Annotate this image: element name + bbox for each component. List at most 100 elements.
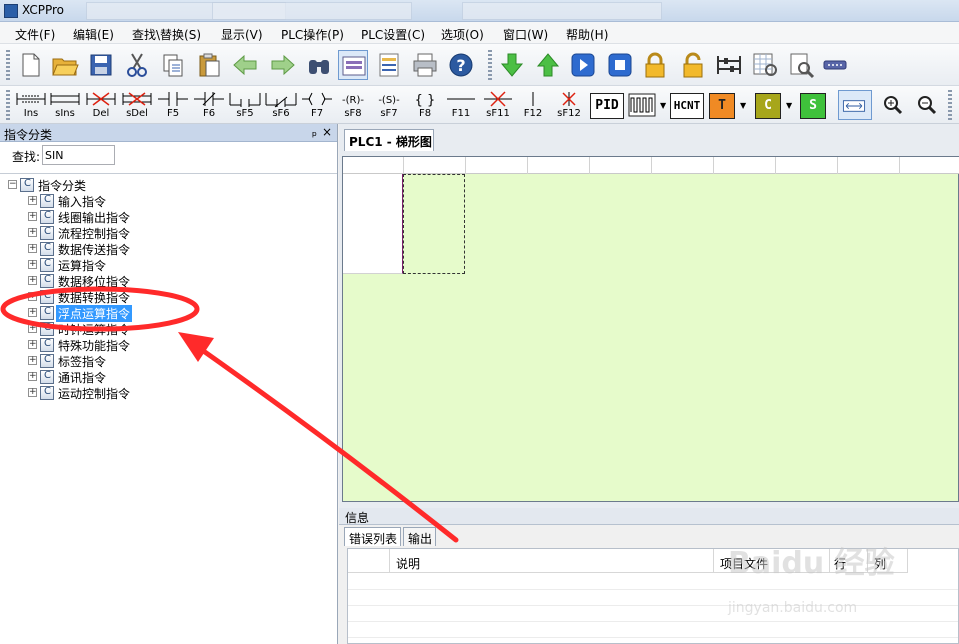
category-icon bbox=[40, 290, 54, 304]
app-icon bbox=[4, 4, 18, 18]
dropdown-arrow-icon[interactable]: ▼ bbox=[660, 101, 666, 110]
parallel-nc-button[interactable]: sF6 bbox=[264, 90, 298, 122]
menu-plc-operation[interactable]: PLC操作(P) bbox=[281, 26, 344, 43]
menu-edit[interactable]: 编辑(E) bbox=[73, 26, 114, 43]
search-input[interactable] bbox=[42, 145, 115, 165]
menu-options[interactable]: 选项(O) bbox=[441, 26, 484, 43]
menu-plc-settings[interactable]: PLC设置(C) bbox=[361, 26, 425, 43]
ladder-cursor[interactable] bbox=[403, 174, 465, 274]
search-doc-icon[interactable] bbox=[786, 50, 816, 80]
svg-text:-(R)-: -(R)- bbox=[342, 95, 364, 106]
expand-icon[interactable]: + bbox=[28, 292, 37, 301]
redo-arrow-icon[interactable] bbox=[268, 50, 298, 80]
menu-help[interactable]: 帮助(H) bbox=[566, 26, 608, 43]
counter-button[interactable]: C bbox=[755, 93, 781, 119]
coil-button[interactable]: F7 bbox=[300, 90, 334, 122]
category-icon bbox=[40, 354, 54, 368]
expand-icon[interactable]: + bbox=[28, 324, 37, 333]
ladder-editor[interactable] bbox=[342, 156, 959, 502]
instruction-list-icon[interactable] bbox=[374, 50, 404, 80]
download-arrow-icon[interactable] bbox=[497, 50, 527, 80]
no-contact-button[interactable]: F5 bbox=[156, 90, 190, 122]
vertical-line-button[interactable]: F12 bbox=[516, 90, 550, 122]
dropdown-arrow-icon[interactable]: ▼ bbox=[786, 101, 792, 110]
expand-icon[interactable]: + bbox=[28, 276, 37, 285]
menu-window[interactable]: 窗口(W) bbox=[503, 26, 548, 43]
category-icon bbox=[40, 386, 54, 400]
expand-icon[interactable]: + bbox=[28, 388, 37, 397]
toolbar-grip[interactable] bbox=[488, 50, 492, 80]
category-icon bbox=[40, 258, 54, 272]
unlock-icon[interactable] bbox=[678, 50, 708, 80]
monitor-table-icon[interactable] bbox=[750, 50, 780, 80]
expand-icon[interactable]: + bbox=[28, 228, 37, 237]
delete-horizontal-button[interactable]: sF11 bbox=[481, 90, 515, 122]
dropdown-arrow-icon[interactable]: ▼ bbox=[740, 101, 746, 110]
undo-arrow-icon[interactable] bbox=[230, 50, 260, 80]
stop-icon[interactable] bbox=[605, 50, 635, 80]
find-binoculars-icon[interactable] bbox=[304, 50, 334, 80]
menu-file[interactable]: 文件(F) bbox=[15, 26, 55, 43]
menu-bar: 文件(F) 编辑(E) 查找\替换(S) 显示(V) PLC操作(P) PLC设… bbox=[0, 22, 959, 44]
table-header-description[interactable]: 说明 bbox=[390, 549, 714, 573]
document-area: PLC1 - 梯形图 bbox=[339, 124, 959, 508]
monitor-ladder-icon[interactable] bbox=[714, 50, 744, 80]
new-file-icon[interactable] bbox=[16, 50, 46, 80]
cut-icon[interactable] bbox=[122, 50, 152, 80]
expand-icon[interactable]: + bbox=[28, 340, 37, 349]
help-icon[interactable]: ? bbox=[446, 50, 476, 80]
tab-ladder-diagram[interactable]: PLC1 - 梯形图 bbox=[344, 129, 434, 151]
expand-icon[interactable]: + bbox=[28, 244, 37, 253]
delete-vertical-button[interactable]: sF12 bbox=[552, 90, 586, 122]
close-icon[interactable]: × bbox=[322, 125, 332, 139]
save-icon[interactable] bbox=[86, 50, 116, 80]
column-divider bbox=[713, 157, 714, 174]
shift-insert-button[interactable]: sIns bbox=[48, 90, 82, 122]
expand-icon[interactable]: + bbox=[28, 212, 37, 221]
column-divider bbox=[899, 157, 900, 174]
timer-button[interactable]: T bbox=[709, 93, 735, 119]
hcnt-button[interactable]: HCNT bbox=[670, 93, 704, 119]
expand-icon[interactable]: + bbox=[28, 308, 37, 317]
pid-button[interactable]: PID bbox=[590, 93, 624, 119]
category-icon bbox=[40, 338, 54, 352]
panel-header: 指令分类 ₚ × bbox=[0, 124, 337, 142]
pin-icon[interactable]: ₚ bbox=[312, 125, 317, 139]
toolbar-grip[interactable] bbox=[948, 90, 952, 120]
expand-icon[interactable]: + bbox=[28, 260, 37, 269]
run-icon[interactable] bbox=[568, 50, 598, 80]
insert-row-button[interactable]: Ins bbox=[14, 90, 48, 122]
upload-arrow-icon[interactable] bbox=[533, 50, 563, 80]
copy-icon[interactable] bbox=[158, 50, 188, 80]
serial-port-icon[interactable] bbox=[820, 50, 850, 80]
fit-width-icon[interactable] bbox=[838, 90, 872, 120]
set-coil-button[interactable]: -(S)- sF7 bbox=[372, 90, 406, 122]
open-folder-icon[interactable] bbox=[50, 50, 80, 80]
tab-output[interactable]: 输出 bbox=[403, 527, 437, 546]
lock-icon[interactable] bbox=[640, 50, 670, 80]
pulse-wave-icon[interactable] bbox=[627, 90, 657, 120]
parallel-no-button[interactable]: sF5 bbox=[228, 90, 262, 122]
delete-row-button[interactable]: Del bbox=[84, 90, 118, 122]
search-row: 查找: bbox=[12, 145, 115, 165]
menu-find-replace[interactable]: 查找\替换(S) bbox=[132, 26, 201, 43]
nc-contact-button[interactable]: F6 bbox=[192, 90, 226, 122]
print-icon[interactable] bbox=[410, 50, 440, 80]
paste-icon[interactable] bbox=[194, 50, 224, 80]
collapse-icon[interactable]: − bbox=[8, 180, 17, 189]
ladder-view-icon[interactable] bbox=[338, 50, 368, 80]
expand-icon[interactable]: + bbox=[28, 356, 37, 365]
menu-view[interactable]: 显示(V) bbox=[221, 26, 263, 43]
reset-coil-button[interactable]: -(R)- sF8 bbox=[336, 90, 370, 122]
expand-icon[interactable]: + bbox=[28, 196, 37, 205]
function-block-button[interactable]: { } F8 bbox=[408, 90, 442, 122]
toolbar-grip[interactable] bbox=[6, 50, 10, 80]
zoom-out-icon[interactable] bbox=[912, 90, 942, 120]
shift-delete-button[interactable]: sDel bbox=[120, 90, 154, 122]
tab-error-list[interactable]: 错误列表 bbox=[344, 527, 402, 546]
toolbar-grip[interactable] bbox=[6, 90, 10, 120]
expand-icon[interactable]: + bbox=[28, 372, 37, 381]
horizontal-line-button[interactable]: F11 bbox=[444, 90, 478, 122]
state-button[interactable]: S bbox=[800, 93, 826, 119]
zoom-in-icon[interactable] bbox=[878, 90, 908, 120]
